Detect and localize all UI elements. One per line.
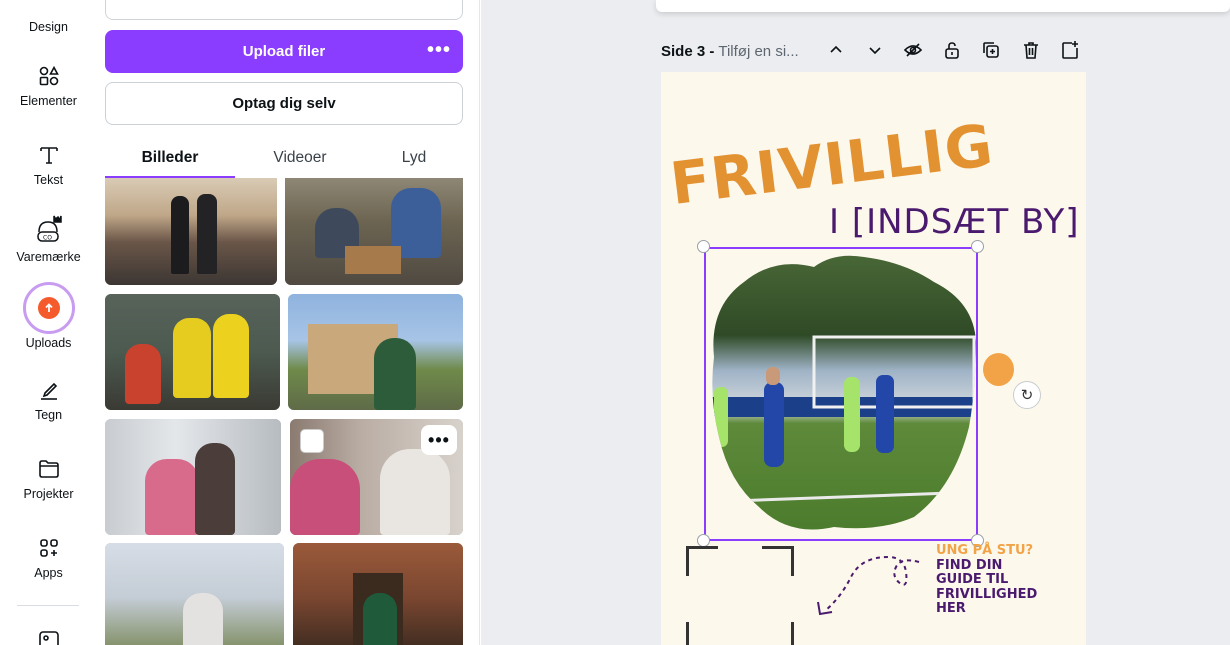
image-thumbnail[interactable] xyxy=(293,543,463,645)
lock-icon[interactable] xyxy=(942,40,962,60)
record-yourself-label: Optag dig selv xyxy=(232,95,336,112)
rail-label: Elementer xyxy=(20,94,77,108)
dashed-arrow-icon xyxy=(817,555,920,616)
shapes-icon xyxy=(39,65,59,86)
uploads-active-ring xyxy=(22,282,75,334)
image-thumbnail[interactable] xyxy=(105,543,284,645)
upload-files-label: Upload filer xyxy=(242,43,326,60)
cta-line: GUIDE TIL xyxy=(936,572,1009,587)
left-rail: Design Elementer Tekst CO Varemærke Uplo… xyxy=(0,0,97,645)
record-yourself-button[interactable]: Optag dig selv xyxy=(105,82,463,125)
search-field-stub[interactable] xyxy=(105,0,463,20)
rail-item-tegn[interactable]: Tegn xyxy=(0,378,97,422)
rail-label: Uploads xyxy=(25,336,72,350)
rail-item-uploads[interactable]: Uploads xyxy=(0,282,97,350)
uploads-panel: Upload filer ••• Optag dig selv Billeder… xyxy=(97,0,480,645)
add-page-icon[interactable] xyxy=(1060,40,1080,60)
selection-frame xyxy=(704,247,978,541)
page-title-input[interactable]: Tilføj en si... xyxy=(718,43,798,60)
rail-label: Projekter xyxy=(23,487,74,501)
qr-frame-corner xyxy=(686,546,718,576)
rail-item-tekst[interactable]: Tekst xyxy=(0,143,97,187)
top-toolbar-edge xyxy=(656,0,1230,12)
qr-frame-corner xyxy=(762,546,794,576)
tab-label: Billeder xyxy=(141,149,199,166)
rail-item-design[interactable]: Design xyxy=(0,20,97,34)
cta-line: HER xyxy=(936,601,966,616)
rail-label: Tegn xyxy=(34,408,63,422)
cta-line: UNG PÅ STU? xyxy=(936,543,1034,558)
tab-videoer[interactable]: Videoer xyxy=(235,138,365,178)
rail-divider xyxy=(17,605,79,606)
cta-line: FRIVILLIGHED xyxy=(936,586,1038,602)
hide-eye-icon[interactable] xyxy=(903,40,923,60)
tab-billeder[interactable]: Billeder xyxy=(105,138,235,178)
upload-more-button[interactable]: ••• xyxy=(427,40,451,60)
rail-item-projekter[interactable]: Projekter xyxy=(0,457,97,501)
thumbnail-more-button[interactable]: ••• xyxy=(421,425,457,455)
folder-icon xyxy=(38,460,59,478)
rail-label: Tekst xyxy=(33,173,64,187)
apps-grid-icon xyxy=(39,539,58,557)
tab-label: Lyd xyxy=(401,149,427,166)
text-icon xyxy=(39,147,58,164)
rail-item-elementer[interactable]: Elementer xyxy=(0,64,97,108)
canvas-area: Side 3 - Tilføj en si... FRIVILLIG I [IN… xyxy=(481,0,1230,645)
rail-item-apps[interactable]: Apps xyxy=(0,536,97,580)
tab-lyd[interactable]: Lyd xyxy=(365,138,463,178)
page-header: Side 3 - Tilføj en si... xyxy=(661,38,799,64)
cloud-upload-icon xyxy=(37,297,60,319)
image-thumbnail[interactable] xyxy=(105,294,280,410)
rail-label: Varemærke xyxy=(16,250,81,264)
upload-files-button[interactable]: Upload filer ••• xyxy=(105,30,463,73)
rail-item-varemaerke[interactable]: CO Varemærke xyxy=(0,214,97,264)
brand-crown-icon: CO xyxy=(36,215,62,242)
cta-line: FIND DIN xyxy=(936,557,1003,573)
svg-text:CO: CO xyxy=(43,235,52,242)
design-page[interactable]: FRIVILLIG I [INDSÆT BY] ↻ UNG PÅ STU? FI… xyxy=(661,72,1086,645)
qr-frame-corner xyxy=(791,622,794,645)
draw-pen-icon xyxy=(40,382,57,400)
cta-text-block[interactable]: UNG PÅ STU? FIND DIN GUIDE TIL FRIVILLIG… xyxy=(936,543,1038,617)
select-checkbox[interactable] xyxy=(300,429,324,453)
image-thumbnail[interactable] xyxy=(285,178,463,285)
image-thumbnail[interactable]: ••• xyxy=(290,419,463,535)
image-thumbnail[interactable] xyxy=(105,419,281,535)
chevron-up-icon[interactable] xyxy=(826,40,846,60)
qr-frame-corner xyxy=(686,622,689,645)
media-tabs: Billeder Videoer Lyd xyxy=(105,138,463,178)
image-thumbnail[interactable] xyxy=(105,178,277,285)
image-thumbnail[interactable] xyxy=(288,294,463,410)
chevron-down-icon[interactable] xyxy=(865,40,885,60)
rail-label: Design xyxy=(29,20,68,34)
photos-icon[interactable] xyxy=(38,630,60,645)
resize-handle-top-right[interactable] xyxy=(971,240,984,253)
rail-label: Apps xyxy=(34,566,63,580)
tab-label: Videoer xyxy=(273,149,327,166)
delete-trash-icon[interactable] xyxy=(1021,40,1041,60)
rotate-icon[interactable]: ↻ xyxy=(1013,381,1041,409)
page-number-label: Side 3 - xyxy=(661,42,715,60)
duplicate-page-icon[interactable] xyxy=(981,40,1001,60)
resize-handle-top-left[interactable] xyxy=(697,240,710,253)
subheadline-text[interactable]: I [INDSÆT BY] xyxy=(829,202,1080,242)
orange-circle-shape[interactable] xyxy=(983,353,1014,386)
